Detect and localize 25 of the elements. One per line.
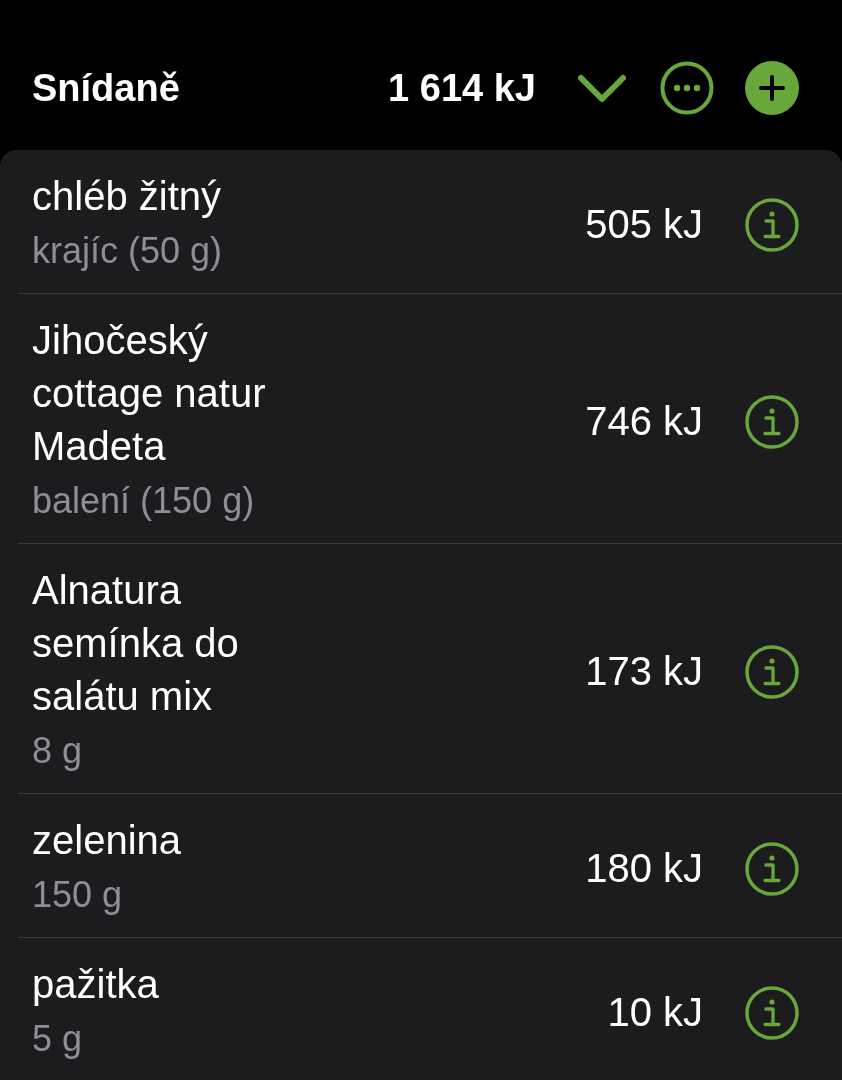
food-name: pažitka bbox=[32, 961, 159, 1008]
food-name: Alnatura semínka do salátu mix bbox=[32, 567, 240, 720]
total-energy: 1 614 kJ bbox=[388, 66, 536, 110]
portion-text: 150 g bbox=[32, 873, 123, 917]
energy-value: 746 kJ bbox=[585, 399, 703, 444]
info-icon[interactable] bbox=[745, 197, 799, 252]
energy-value: 505 kJ bbox=[585, 202, 703, 247]
portion-text: balení (150 g) bbox=[32, 479, 255, 523]
food-name: Jihočeský cottage natur Madeta bbox=[32, 317, 267, 470]
section-title: Snídaně bbox=[32, 66, 180, 110]
portion-text: 8 g bbox=[32, 729, 83, 773]
more-icon[interactable] bbox=[660, 61, 714, 115]
info-icon[interactable] bbox=[745, 644, 799, 699]
info-icon[interactable] bbox=[745, 985, 799, 1040]
chevron-down-icon[interactable] bbox=[578, 73, 626, 103]
info-icon[interactable] bbox=[745, 394, 799, 449]
food-name: chléb žitný bbox=[32, 173, 221, 220]
food-name: zelenina bbox=[32, 817, 181, 864]
energy-value: 173 kJ bbox=[585, 649, 703, 694]
info-icon[interactable] bbox=[745, 841, 799, 896]
energy-value: 10 kJ bbox=[607, 990, 703, 1035]
portion-text: 5 g bbox=[32, 1017, 83, 1061]
portion-text: krajíc (50 g) bbox=[32, 229, 223, 273]
energy-value: 180 kJ bbox=[585, 846, 703, 891]
add-icon[interactable] bbox=[745, 61, 799, 115]
